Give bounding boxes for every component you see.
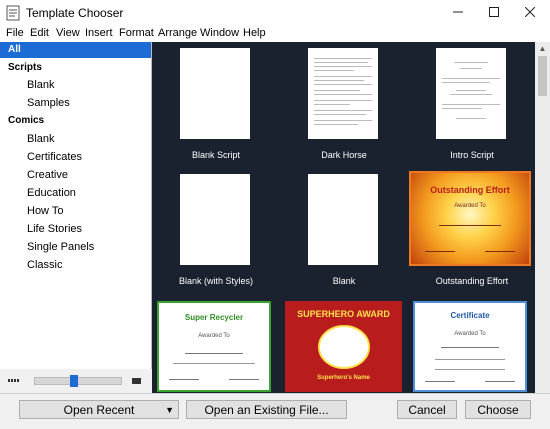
large-thumbnails-icon[interactable] bbox=[132, 378, 141, 384]
sidebar-header-comics[interactable]: Comics bbox=[0, 113, 151, 129]
template-thumbnail[interactable] bbox=[180, 48, 250, 139]
menu-bar: File Edit View Insert Format Arrange Win… bbox=[0, 26, 550, 42]
template-grid-scrollbar[interactable]: ▲ bbox=[535, 42, 550, 393]
template-thumbnail[interactable] bbox=[436, 48, 506, 139]
template-tile-super-recycler[interactable]: Super Recycler Awarded To bbox=[152, 296, 280, 393]
list-view-icon[interactable] bbox=[8, 379, 20, 383]
maximize-icon bbox=[489, 7, 499, 17]
template-label: Blank bbox=[332, 276, 356, 286]
menu-arrange[interactable]: Arrange bbox=[158, 27, 197, 39]
template-tile-dark-horse[interactable]: Dark Horse bbox=[280, 42, 408, 164]
certificate-subtitle: Superhero's Name bbox=[317, 375, 370, 381]
close-button[interactable] bbox=[512, 0, 548, 26]
certificate-title: SUPERHERO AWARD bbox=[297, 309, 390, 319]
sidebar-header-scripts[interactable]: Scripts bbox=[0, 60, 151, 76]
template-grid: Blank Script Dark Horse Intro Script Bla… bbox=[152, 42, 535, 393]
template-label: Intro Script bbox=[450, 150, 494, 160]
minimize-icon bbox=[453, 11, 463, 13]
sidebar-item-comics-blank[interactable]: Blank bbox=[0, 131, 151, 147]
template-label: Dark Horse bbox=[321, 150, 367, 160]
view-controls bbox=[0, 369, 151, 393]
cancel-button[interactable]: Cancel bbox=[397, 400, 457, 419]
template-tile-outstanding-effort[interactable]: Outstanding Effort Awarded To Outstandin… bbox=[408, 167, 535, 292]
open-recent-label: Open Recent bbox=[63, 403, 135, 417]
sidebar-item-education[interactable]: Education bbox=[0, 185, 151, 201]
menu-edit[interactable]: Edit bbox=[30, 27, 49, 39]
certificate-title: Super Recycler bbox=[184, 313, 244, 322]
template-tile-blank[interactable]: Blank bbox=[280, 167, 408, 292]
title-bar: Template Chooser bbox=[0, 0, 550, 26]
certificate-title: Outstanding Effort bbox=[430, 185, 510, 195]
menu-window[interactable]: Window bbox=[200, 27, 239, 39]
sidebar-item-samples[interactable]: Samples bbox=[0, 95, 151, 111]
maximize-button[interactable] bbox=[476, 0, 512, 26]
menu-insert[interactable]: Insert bbox=[85, 27, 113, 39]
template-label: Outstanding Effort bbox=[435, 276, 509, 286]
choose-button[interactable]: Choose bbox=[465, 400, 531, 419]
zoom-slider-track[interactable] bbox=[34, 377, 122, 385]
template-tile-superhero-award[interactable]: SUPERHERO AWARD Superhero's Name bbox=[280, 296, 408, 393]
scroll-up-arrow-icon[interactable]: ▲ bbox=[535, 42, 550, 56]
template-tile-blank-with-styles[interactable]: Blank (with Styles) bbox=[152, 167, 280, 292]
open-recent-button[interactable]: Open Recent ▼ bbox=[19, 400, 179, 419]
certificate-subtitle: Awarded To bbox=[198, 333, 230, 339]
template-thumbnail[interactable]: SUPERHERO AWARD Superhero's Name bbox=[285, 301, 402, 392]
window-title: Template Chooser bbox=[26, 6, 124, 20]
certificate-emblem bbox=[318, 325, 370, 369]
sidebar-item-classic[interactable]: Classic bbox=[0, 257, 151, 273]
certificate-subtitle: Awarded To bbox=[454, 203, 486, 209]
certificate-subtitle: Awarded To bbox=[454, 331, 486, 337]
dialog-footer: Open Recent ▼ Open an Existing File... C… bbox=[0, 393, 550, 429]
template-thumbnail[interactable] bbox=[308, 174, 378, 265]
app-icon bbox=[6, 5, 20, 21]
sidebar-item-creative[interactable]: Creative bbox=[0, 167, 151, 183]
template-thumbnail[interactable]: Outstanding Effort Awarded To bbox=[409, 171, 531, 266]
menu-view[interactable]: View bbox=[56, 27, 80, 39]
zoom-slider-thumb[interactable] bbox=[70, 375, 78, 387]
template-thumbnail[interactable] bbox=[180, 174, 250, 265]
sidebar-item-single-panels[interactable]: Single Panels bbox=[0, 239, 151, 255]
minimize-button[interactable] bbox=[440, 0, 476, 26]
template-label: Blank Script bbox=[191, 150, 241, 160]
sidebar-item-scripts-blank[interactable]: Blank bbox=[0, 77, 151, 93]
template-tile-blank-script[interactable]: Blank Script bbox=[152, 42, 280, 164]
sidebar-item-all[interactable]: All bbox=[0, 42, 151, 58]
sidebar-item-certificates[interactable]: Certificates bbox=[0, 149, 151, 165]
menu-file[interactable]: File bbox=[6, 27, 24, 39]
template-thumbnail[interactable]: Certificate Awarded To bbox=[413, 301, 527, 392]
close-icon bbox=[524, 6, 536, 18]
template-label: Blank (with Styles) bbox=[178, 276, 254, 286]
menu-format[interactable]: Format bbox=[119, 27, 154, 39]
menu-help[interactable]: Help bbox=[243, 27, 266, 39]
template-tile-intro-script[interactable]: Intro Script bbox=[408, 42, 535, 164]
scrollbar-thumb[interactable] bbox=[538, 56, 547, 96]
sidebar-item-life-stories[interactable]: Life Stories bbox=[0, 221, 151, 237]
category-sidebar: All Scripts Blank Samples Comics Blank C… bbox=[0, 42, 152, 369]
sidebar-item-how-to[interactable]: How To bbox=[0, 203, 151, 219]
open-existing-file-button[interactable]: Open an Existing File... bbox=[186, 400, 347, 419]
dropdown-arrow-icon: ▼ bbox=[165, 405, 174, 415]
template-thumbnail[interactable] bbox=[308, 48, 378, 139]
template-thumbnail[interactable]: Super Recycler Awarded To bbox=[157, 301, 271, 392]
template-tile-certificate-blue[interactable]: Certificate Awarded To bbox=[408, 296, 535, 393]
certificate-title: Certificate bbox=[450, 311, 490, 320]
